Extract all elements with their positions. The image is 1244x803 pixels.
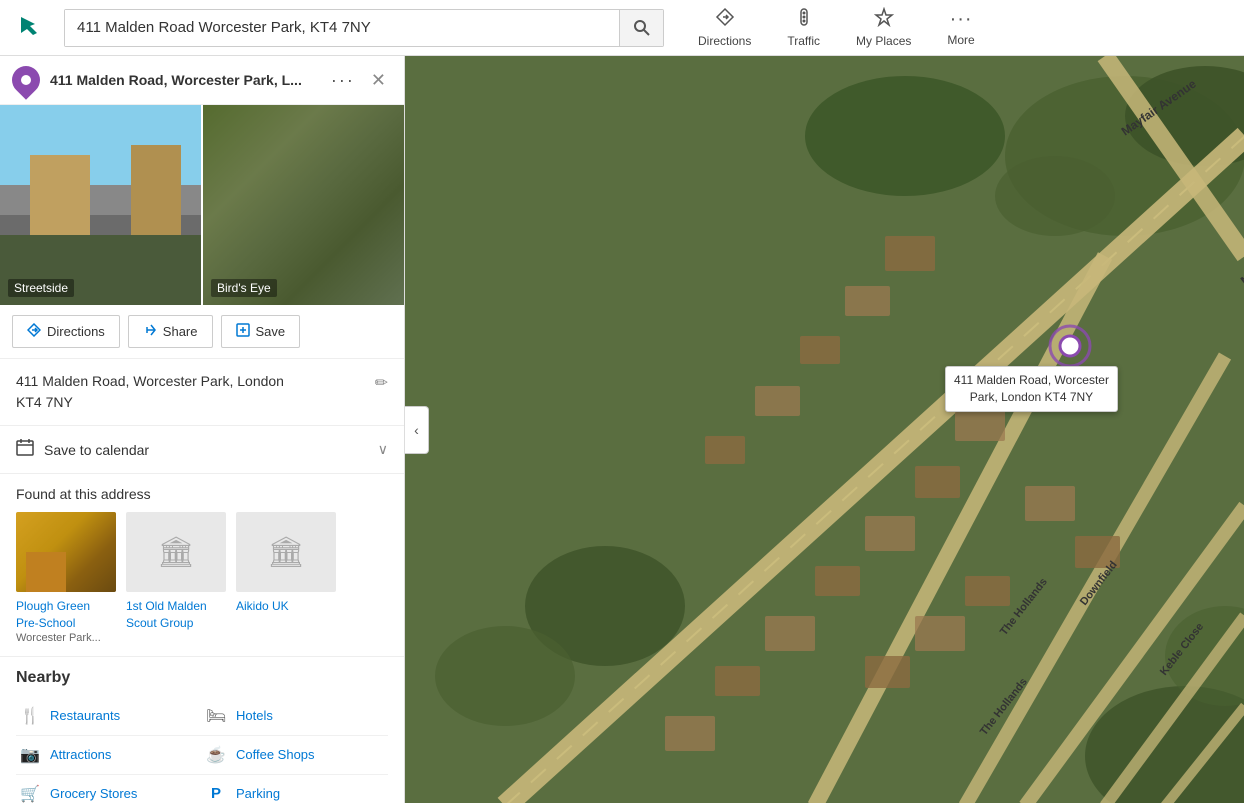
- streetside-preview: [0, 105, 201, 305]
- search-input[interactable]: [65, 10, 619, 46]
- sidebar: 411 Malden Road, Worcester Park, L... ··…: [0, 56, 405, 803]
- directions-icon: [715, 7, 735, 32]
- found-at-title: Found at this address: [16, 486, 388, 502]
- location-pin-icon: [6, 60, 46, 100]
- save-btn-icon: [236, 323, 250, 340]
- found-item-1st-old-malden-name: 1st Old Malden Scout Group: [126, 598, 226, 632]
- location-more-button[interactable]: ···: [325, 68, 361, 93]
- share-btn-icon: [143, 323, 157, 340]
- calendar-text: Save to calendar: [44, 442, 378, 458]
- parking-icon: P: [206, 785, 226, 802]
- found-item-plough-green[interactable]: Plough Green Pre-School Worcester Park..…: [16, 512, 116, 644]
- location-header: 411 Malden Road, Worcester Park, L... ··…: [0, 56, 404, 105]
- coffee-shops-icon: ☕: [206, 745, 226, 765]
- nearby-parking[interactable]: P Parking: [202, 775, 388, 803]
- edit-icon[interactable]: ✏: [375, 373, 388, 393]
- directions-btn-icon: [27, 323, 41, 340]
- nav-traffic[interactable]: Traffic: [769, 0, 838, 56]
- header: Directions Traffic My Places: [0, 0, 1244, 56]
- map-label-line1: 411 Malden Road, Worcester: [954, 372, 1109, 389]
- nearby-attractions[interactable]: 📷 Attractions: [16, 736, 202, 775]
- building-icon: 🏛: [157, 535, 195, 570]
- location-close-button[interactable]: ✕: [365, 68, 392, 93]
- save-btn-label: Save: [256, 324, 286, 339]
- main: 411 Malden Road, Worcester Park, L... ··…: [0, 56, 1244, 803]
- location-title: 411 Malden Road, Worcester Park, L...: [50, 72, 325, 88]
- calendar-section[interactable]: Save to calendar ∨: [0, 426, 404, 474]
- address-section: 411 Malden Road, Worcester Park, London …: [0, 359, 404, 426]
- birdseye-label: Bird's Eye: [211, 279, 277, 297]
- calendar-chevron-icon: ∨: [378, 441, 388, 458]
- action-buttons: Directions Share Save: [0, 305, 404, 359]
- found-item-aikido-uk-name: Aikido UK: [236, 598, 336, 615]
- streetside-label: Streetside: [8, 279, 74, 297]
- found-item-aikido-uk[interactable]: 🏛 Aikido UK: [236, 512, 336, 644]
- share-btn-label: Share: [163, 324, 198, 339]
- restaurants-icon: 🍴: [20, 706, 40, 726]
- streetside-image[interactable]: Streetside: [0, 105, 201, 305]
- nearby-title: Nearby: [16, 669, 388, 687]
- found-at-section: Found at this address Plough Green Pre-S…: [0, 474, 404, 657]
- nearby-restaurants[interactable]: 🍴 Restaurants: [16, 697, 202, 736]
- nav-directions[interactable]: Directions: [680, 0, 769, 56]
- hotels-icon: 🛏: [206, 706, 226, 726]
- address-text: 411 Malden Road, Worcester Park, London …: [16, 371, 284, 413]
- search-button[interactable]: [619, 10, 663, 46]
- map-label-line2: Park, London KT4 7NY: [954, 389, 1109, 406]
- building-icon-2: 🏛: [267, 535, 305, 570]
- images-row: Streetside Bird's Eye: [0, 105, 404, 305]
- map-satellite: Malden Road The Hollands Downfield Keble…: [405, 56, 1244, 803]
- nearby-coffee-shops[interactable]: ☕ Coffee Shops: [202, 736, 388, 775]
- map-label-box: 411 Malden Road, Worcester Park, London …: [945, 366, 1118, 412]
- traffic-icon: [794, 7, 814, 32]
- bing-logo: [0, 13, 56, 43]
- map-area[interactable]: Malden Road The Hollands Downfield Keble…: [405, 56, 1244, 803]
- nearby-restaurants-label: Restaurants: [50, 708, 120, 723]
- nearby-grocery-label: Grocery Stores: [50, 786, 137, 801]
- nav-more-label: More: [947, 33, 974, 47]
- grocery-stores-icon: 🛒: [20, 784, 40, 803]
- found-item-plough-green-img: [16, 512, 116, 592]
- found-item-1st-old-malden[interactable]: 🏛 1st Old Malden Scout Group: [126, 512, 226, 644]
- nav-more[interactable]: ··· More: [929, 0, 992, 56]
- nearby-hotels[interactable]: 🛏 Hotels: [202, 697, 388, 736]
- found-item-aikido-uk-img: 🏛: [236, 512, 336, 592]
- nearby-attractions-label: Attractions: [50, 747, 111, 762]
- birdseye-preview: [203, 105, 404, 305]
- attractions-icon: 📷: [20, 745, 40, 765]
- nav-directions-label: Directions: [698, 34, 751, 48]
- share-button[interactable]: Share: [128, 315, 213, 348]
- nav-buttons: Directions Traffic My Places: [680, 0, 993, 56]
- nav-myplaces[interactable]: My Places: [838, 0, 929, 56]
- nearby-section: Nearby 🍴 Restaurants 🛏 Hotels 📷 Attracti…: [0, 657, 404, 803]
- found-items: Plough Green Pre-School Worcester Park..…: [16, 512, 388, 644]
- nav-myplaces-label: My Places: [856, 34, 911, 48]
- nearby-parking-label: Parking: [236, 786, 280, 801]
- map-svg: Malden Road The Hollands Downfield Keble…: [405, 56, 1244, 803]
- directions-button[interactable]: Directions: [12, 315, 120, 348]
- search-bar: [64, 9, 664, 47]
- sidebar-collapse-button[interactable]: ‹: [405, 406, 429, 454]
- nearby-coffee-label: Coffee Shops: [236, 747, 315, 762]
- save-button[interactable]: Save: [221, 315, 301, 348]
- found-item-plough-green-name: Plough Green Pre-School: [16, 598, 116, 632]
- found-item-1st-old-malden-img: 🏛: [126, 512, 226, 592]
- birdseye-image[interactable]: Bird's Eye: [201, 105, 404, 305]
- nearby-hotels-label: Hotels: [236, 708, 273, 723]
- myplaces-icon: [874, 7, 894, 32]
- nearby-grocery-stores[interactable]: 🛒 Grocery Stores: [16, 775, 202, 803]
- nav-traffic-label: Traffic: [787, 34, 820, 48]
- found-item-plough-green-sub: Worcester Park...: [16, 632, 116, 644]
- nearby-grid: 🍴 Restaurants 🛏 Hotels 📷 Attractions ☕ C…: [16, 697, 388, 803]
- directions-btn-label: Directions: [47, 324, 105, 339]
- calendar-icon: [16, 438, 34, 461]
- more-icon: ···: [950, 8, 973, 31]
